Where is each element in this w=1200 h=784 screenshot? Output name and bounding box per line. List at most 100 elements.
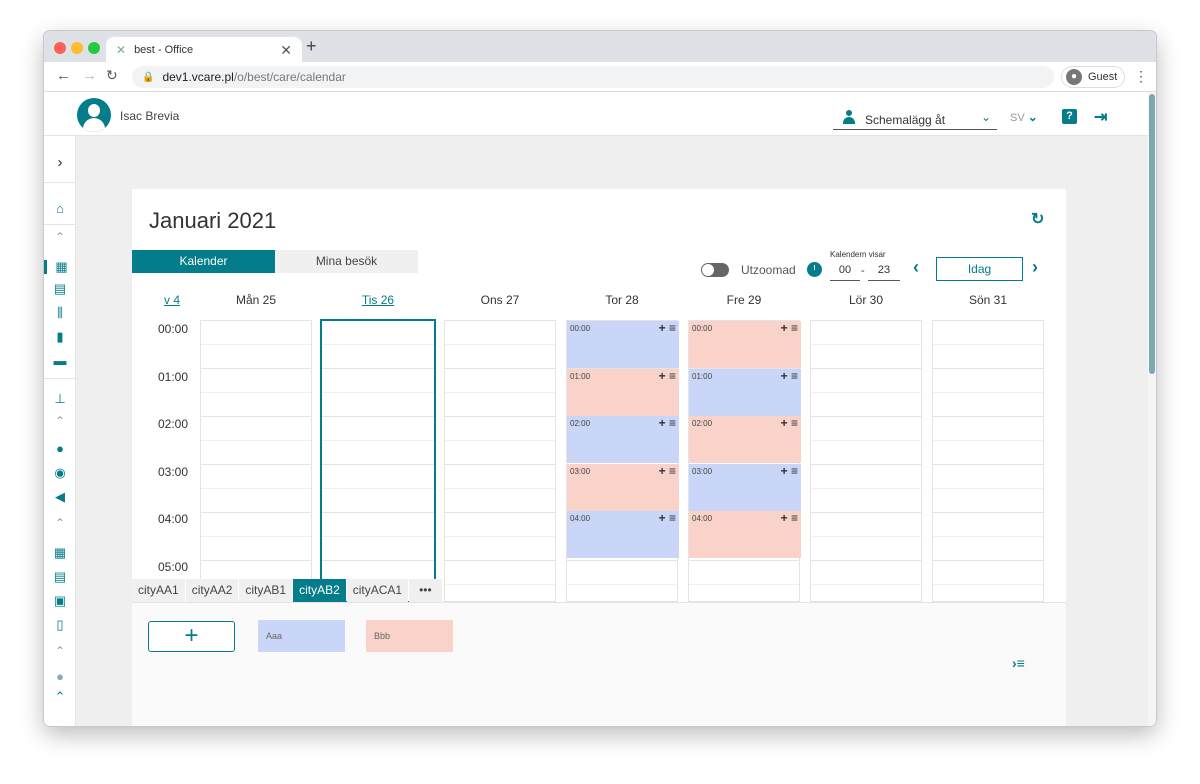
back-icon[interactable]: ← [56,67,71,84]
add-button[interactable]: + [148,621,235,652]
slot-actions-icon[interactable]: + ≡ [659,464,676,478]
slot-actions-icon[interactable]: + ≡ [659,511,676,525]
day-header[interactable]: Fre 29 [688,293,800,307]
browser-menu-icon[interactable]: ⋮ [1134,68,1148,85]
city-tab-active[interactable]: cityAB2 [293,579,346,602]
day-column-thursday[interactable]: 00:00 + ≡ 01:00 + ≡ 02:00 + ≡ 03:00 + ≡ 04:00 + ≡ [566,320,679,602]
week-number[interactable]: v 4 [164,293,180,307]
profile-avatar-icon: ● [1066,69,1082,85]
calendar-grid-icon[interactable]: ▤ [44,570,76,584]
legend-chip-aaa[interactable]: Aaa [258,620,345,652]
city-tab[interactable]: cityACA1 [346,579,409,602]
day-header[interactable]: Mån 25 [200,293,312,307]
collapse-group-icon[interactable]: ⌃ [44,644,76,658]
time-slot[interactable]: 00:00 + ≡ [689,321,801,368]
refresh-icon[interactable]: ↻ [1031,209,1044,229]
time-label: 00:00 [158,322,189,336]
time-slot[interactable]: 03:00 + ≡ [689,463,801,511]
day-column[interactable] [932,320,1044,602]
time-slot[interactable]: 04:00 + ≡ [567,511,679,558]
person-icon [842,110,856,124]
calendar-icon[interactable]: ▦ [44,260,76,274]
equalizer-icon[interactable]: ⫼ [44,306,76,320]
slot-actions-icon[interactable]: + ≡ [659,321,676,335]
city-tab[interactable]: cityAB1 [239,579,293,602]
browser-tab[interactable]: ✕ best - Office ✕ [106,37,302,62]
slot-actions-icon[interactable]: + ≡ [781,511,798,525]
tab-close-icon[interactable]: ✕ [280,42,292,59]
language-select[interactable]: SV ⌄ [1010,110,1038,124]
forward-icon[interactable]: → [82,67,97,84]
legend-chip-bbb[interactable]: Bbb [366,620,453,652]
document-icon[interactable]: ▯ [44,618,76,632]
collapse-group-icon[interactable]: ⌃ [44,230,76,244]
new-tab-button[interactable]: + [306,36,317,57]
zoom-toggle[interactable] [701,263,729,277]
collapse-group-icon[interactable]: ⌃ [44,516,76,530]
time-slot[interactable]: 01:00 + ≡ [567,368,679,416]
schedule-for-select[interactable]: Schemalägg åt ⌄ [833,104,997,130]
logout-icon[interactable]: ⇥ [1094,107,1112,126]
slot-time: 01:00 [570,371,591,381]
today-button[interactable]: Idag [936,257,1023,281]
person-icon[interactable]: ● [44,442,76,456]
day-column[interactable] [810,320,922,602]
slot-time: 03:00 [692,466,713,476]
reload-icon[interactable]: ↻ [106,67,118,84]
scrollbar-thumb[interactable] [1149,94,1155,374]
city-tab[interactable]: cityAA2 [185,579,239,602]
time-slot[interactable]: 00:00 + ≡ [567,321,679,368]
address-bar[interactable]: 🔒 dev1.vcare.pl/o/best/care/calendar [132,66,1054,88]
collapse-group-icon[interactable]: ⌃ [44,414,76,428]
city-tab[interactable]: cityAA1 [132,579,185,602]
day-header[interactable]: Tor 28 [566,293,678,307]
calendar-settings-icon[interactable]: ▤ [44,282,76,296]
day-column[interactable] [444,320,556,602]
day-column-today[interactable] [320,319,436,603]
day-header[interactable]: Lör 30 [810,293,922,307]
slot-actions-icon[interactable]: + ≡ [659,416,676,430]
chevron-up-icon[interactable]: ⌃ [44,690,76,704]
hour-from-input[interactable]: 00 [830,261,860,281]
day-header[interactable]: Ons 27 [444,293,556,307]
day-header[interactable]: Sön 31 [932,293,1044,307]
tab-calendar[interactable]: Kalender [132,250,275,273]
message-icon[interactable]: ▬ [44,354,76,368]
profile-button[interactable]: ● Guest [1061,66,1125,88]
calendar-day-icon[interactable]: ▦ [44,546,76,560]
bottom-panel: + Aaa Bbb ›≡ [132,602,1066,726]
minimize-window-dot[interactable] [71,42,83,54]
day-column[interactable] [200,320,312,602]
time-slot[interactable]: 01:00 + ≡ [689,368,801,416]
help-button[interactable]: ? [1062,109,1077,124]
user-avatar[interactable] [77,98,111,132]
next-week-icon[interactable]: › [1032,257,1038,278]
day-header-today[interactable]: Tis 26 [322,293,434,307]
time-slot[interactable]: 02:00 + ≡ [689,416,801,463]
globe-icon[interactable]: ● [44,670,76,684]
day-column-friday[interactable]: 00:00 + ≡ 01:00 + ≡ 02:00 + ≡ 03:00 + ≡ 04:00 + ≡ [688,320,801,602]
slot-actions-icon[interactable]: + ≡ [781,464,798,478]
slot-actions-icon[interactable]: + ≡ [781,416,798,430]
prev-week-icon[interactable]: ‹ [913,257,919,278]
maximize-window-dot[interactable] [88,42,100,54]
close-window-dot[interactable] [54,42,66,54]
time-slot[interactable]: 03:00 + ≡ [567,463,679,511]
org-tree-icon[interactable]: ⊥ [44,392,76,406]
calendar-person-icon[interactable]: ▣ [44,594,76,608]
tab-my-visits[interactable]: Mina besök [275,250,418,273]
hour-to-input[interactable]: 23 [868,261,900,281]
more-tabs-button[interactable]: ••• [409,579,442,602]
slot-actions-icon[interactable]: + ≡ [781,321,798,335]
slot-actions-icon[interactable]: + ≡ [659,369,676,383]
expand-list-icon[interactable]: ›≡ [1012,655,1025,671]
bar-chart-icon[interactable]: ▮ [44,330,76,344]
time-slot[interactable]: 04:00 + ≡ [689,511,801,558]
slot-actions-icon[interactable]: + ≡ [781,369,798,383]
home-icon[interactable]: ⌂ [44,202,76,216]
add-person-icon[interactable]: ◉ [44,466,76,480]
expand-sidebar-icon[interactable]: › [44,155,76,170]
page-scrollbar[interactable] [1148,92,1156,726]
time-slot[interactable]: 02:00 + ≡ [567,416,679,463]
announcement-icon[interactable]: ◀ [44,490,76,504]
